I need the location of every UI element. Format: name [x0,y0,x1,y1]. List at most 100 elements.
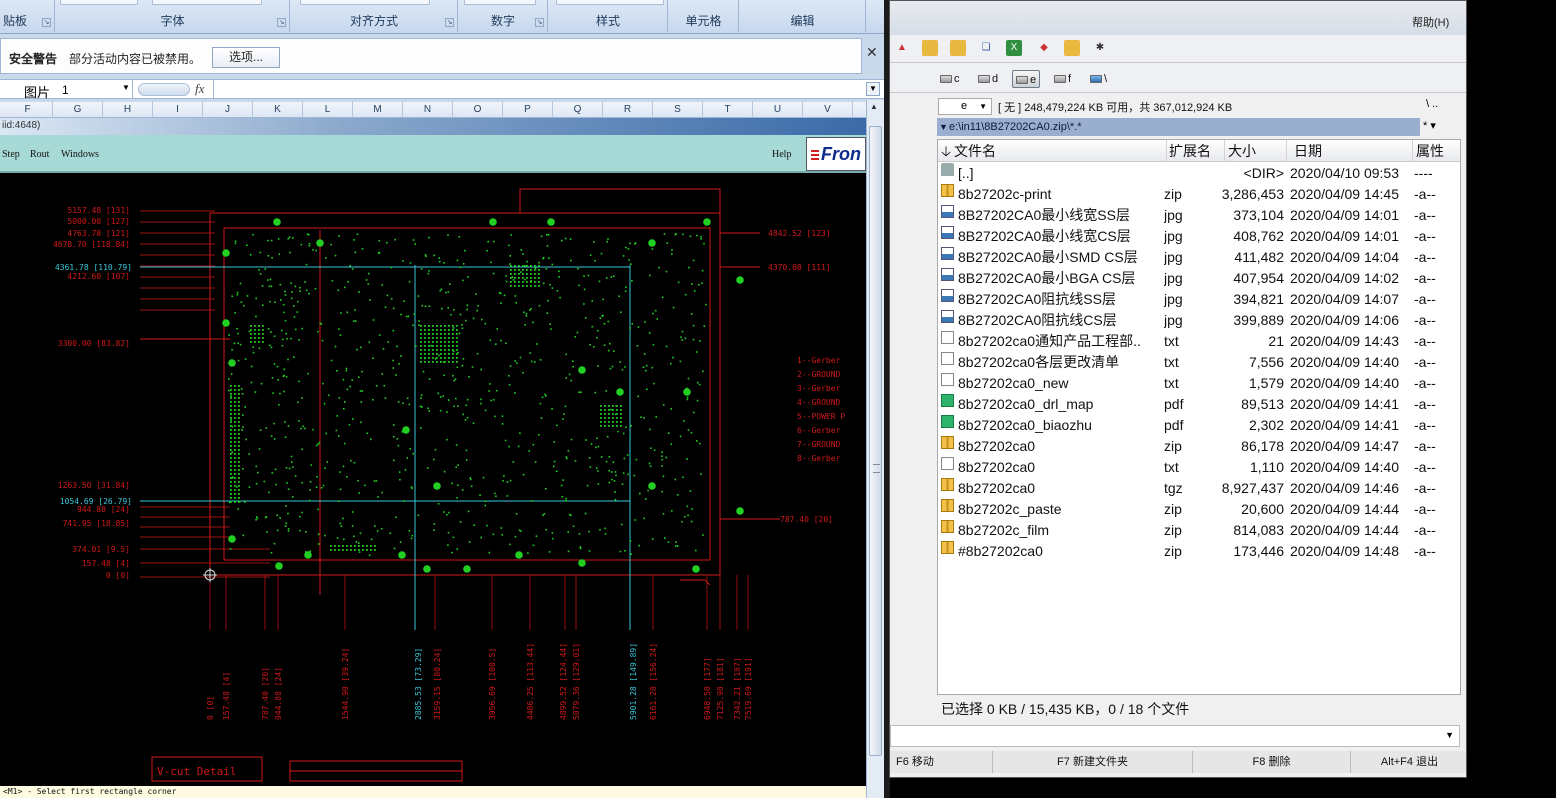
ribbon-group-clipboard[interactable]: 贴板 ↘ [0,0,55,32]
file-row[interactable]: 8B27202CA0最小SMD CS层 jpg 411,482 2020/04/09 … [938,247,1460,268]
file-row[interactable]: 8b27202ca0 zip 86,178 2020/04/09 14:47 -a-- [938,436,1460,457]
pdf-icon[interactable]: ◆ [1036,40,1052,56]
drive-e-button[interactable]: e [1012,70,1041,88]
chevron-down-icon[interactable]: ▼ [122,83,130,92]
document-icon[interactable]: ❏ [978,40,994,56]
file-row[interactable]: 8B27202CA0最小线宽CS层 jpg 408,762 2020/04/09 14… [938,226,1460,247]
insert-function-icon[interactable]: fx [195,81,204,97]
drive-select[interactable]: e ▼ [938,98,992,115]
name-box[interactable]: 图片 1 ▼ [0,80,133,100]
expand-formula-bar-icon[interactable]: ▼ [866,82,880,96]
drive-c-button[interactable]: c [940,70,960,88]
archive-icon[interactable] [1064,40,1080,56]
command-line[interactable]: ▼ [890,725,1460,747]
header-ext[interactable]: 扩展名 [1169,142,1211,160]
formula-input[interactable] [213,80,865,99]
ribbon-group-styles[interactable]: 样式 [549,0,668,32]
chevron-down-icon[interactable]: ▼ [939,118,948,136]
column-header[interactable]: P [503,102,553,118]
excel-vertical-scrollbar[interactable]: ▲ [866,100,884,798]
file-row[interactable]: 8b27202ca0_new txt 1,579 2020/04/09 14:40 -a… [938,373,1460,394]
file-row[interactable]: 8b27202ca0 tgz 8,927,437 2020/04/09 14:46 -a… [938,478,1460,499]
file-row[interactable]: 8b27202ca0通知产品工程部.. txt 21 2020/04/09 14:43… [938,331,1460,352]
column-header[interactable]: Q [553,102,603,118]
file-row[interactable]: 8B27202CA0最小BGA CS层 jpg 407,954 2020/04/09 … [938,268,1460,289]
column-header[interactable]: R [603,102,653,118]
column-header[interactable]: U [753,102,803,118]
column-header[interactable]: V [803,102,853,118]
cam-screenshot-picture[interactable]: iid:4648) Step Rout Windows Help Fron 51… [0,118,866,798]
ribbon-group-alignment[interactable]: 对齐方式 ↘ [291,0,458,32]
pcb-drawing[interactable]: 5157.48 [131]5000.00 [127]4763.78 [121]4… [0,175,866,786]
menu-help[interactable]: 帮助(H) [1412,14,1449,30]
root-parent-buttons[interactable]: \ .. [1426,98,1438,110]
formula-buttons[interactable] [138,83,190,96]
column-header[interactable]: N [403,102,453,118]
column-header[interactable]: G [53,102,103,118]
pcb-pad [238,397,240,399]
file-row[interactable]: 8b27202ca0_biaozhu pdf 2,302 2020/04/09 14:… [938,415,1460,436]
file-row[interactable]: 8b27202c-print zip 3,286,453 2020/04/09 14:… [938,184,1460,205]
drive-d-button[interactable]: d [978,70,998,88]
pcb-pad [603,322,606,325]
folder-icon[interactable] [922,40,938,56]
pcb-pad [409,262,412,264]
cam-menu-step[interactable]: Step [2,149,20,160]
file-list[interactable]: 🡣 文件名 扩展名 大小 日期 属性 [..] <DIR> 2020/04/10 0… [937,139,1461,695]
drive-f-button[interactable]: f [1054,70,1071,88]
header-size[interactable]: 大小 [1228,142,1256,160]
f8-delete-button[interactable]: F8 删除 [1193,751,1351,773]
file-ext: zip [1164,501,1182,517]
ribbon-group-font[interactable]: 字体 ↘ [56,0,290,32]
f6-move-button[interactable]: F6 移动 [890,751,993,773]
f7-new-folder-button[interactable]: F7 新建文件夹 [993,751,1193,773]
column-header[interactable]: M [353,102,403,118]
tool-icon[interactable]: ✱ [1092,40,1108,56]
pdf-tool-icon[interactable]: ▲ [894,40,910,56]
cam-menu-windows[interactable]: Windows [61,149,99,160]
file-row[interactable]: 8B27202CA0阻抗线SS层 jpg 394,821 2020/04/09 14:… [938,289,1460,310]
header-attr[interactable]: 属性 [1416,142,1444,160]
file-row[interactable]: [..] <DIR> 2020/04/10 09:53 ---- [938,163,1460,184]
file-row[interactable]: 8b27202ca0各层更改清单 txt 7,556 2020/04/09 14:40… [938,352,1460,373]
column-header[interactable]: I [153,102,203,118]
folder-icon[interactable] [950,40,966,56]
column-header[interactable]: K [253,102,303,118]
close-icon[interactable]: ✕ [866,44,878,61]
scroll-up-icon[interactable]: ▲ [870,102,878,111]
security-options-button[interactable]: 选项... [212,47,280,68]
cam-menu-help[interactable]: Help [772,149,791,160]
column-header[interactable]: S [653,102,703,118]
file-row[interactable]: 8b27202ca0_drl_map pdf 89,513 2020/04/09 14… [938,394,1460,415]
dialog-launcher-icon[interactable]: ↘ [42,18,51,27]
column-header[interactable]: L [303,102,353,118]
file-row[interactable]: 8b27202ca0 txt 1,110 2020/04/09 14:40 -a-- [938,457,1460,478]
excel-icon[interactable]: X [1006,40,1022,56]
dialog-launcher-icon[interactable]: ↘ [535,18,544,27]
ribbon-group-editing[interactable]: 编辑 [740,0,866,32]
column-header[interactable]: T [703,102,753,118]
ribbon-group-number[interactable]: 数字 ↘ [459,0,548,32]
column-header[interactable]: H [103,102,153,118]
column-header[interactable]: F [3,102,53,118]
scrollbar-thumb[interactable] [869,126,882,756]
header-date[interactable]: 日期 [1294,142,1322,160]
file-row[interactable]: 8B27202CA0阻抗线CS层 jpg 399,889 2020/04/09 14:… [938,310,1460,331]
column-header[interactable]: J [203,102,253,118]
file-row[interactable]: 8b27202c_film zip 814,083 2020/04/09 14:44-… [938,520,1460,541]
file-row[interactable]: 8B27202CA0最小线宽SS层 jpg 373,104 2020/04/09 14… [938,205,1460,226]
file-row[interactable]: #8b27202ca0 zip 173,446 2020/04/09 14:48 -a-… [938,541,1460,562]
column-header[interactable]: O [453,102,503,118]
cam-menu-rout[interactable]: Rout [30,149,49,160]
network-drive-button[interactable]: \ [1090,70,1107,88]
alt-f4-exit-button[interactable]: Alt+F4 退出 [1351,751,1466,773]
chevron-down-icon[interactable]: ▼ [1445,730,1454,740]
header-name[interactable]: 文件名 [954,142,996,160]
file-row[interactable]: 8b27202c_paste zip 20,600 2020/04/09 14:44-… [938,499,1460,520]
current-path[interactable]: ▼ e:\in11\8B27202CA0.zip\*.* [937,118,1420,136]
dialog-launcher-icon[interactable]: ↘ [277,18,286,27]
pcb-pad [325,432,327,435]
dialog-launcher-icon[interactable]: ↘ [445,18,454,27]
ribbon-group-cells[interactable]: 单元格 [669,0,739,32]
filter-dropdown[interactable]: * ▾ [1423,119,1436,132]
